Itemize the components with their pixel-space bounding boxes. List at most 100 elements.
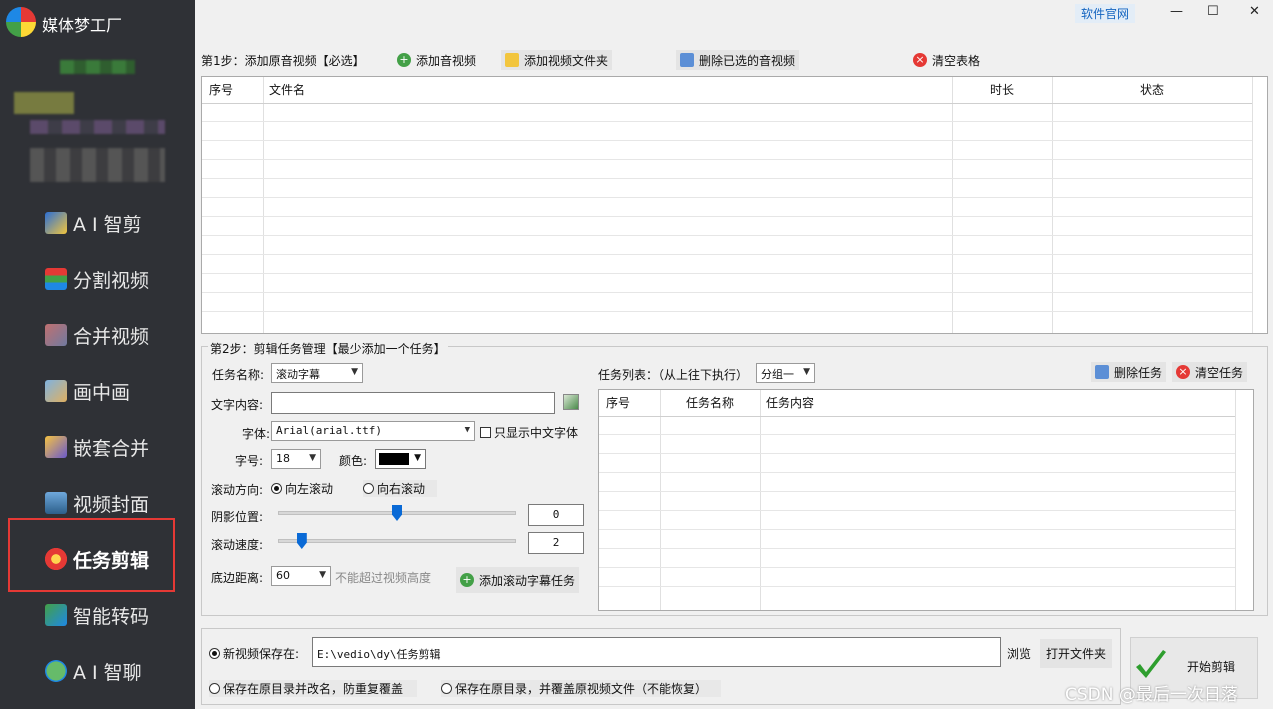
save-overwrite-radio[interactable]: 保存在原目录，并覆盖原视频文件（不能恢复） (441, 680, 722, 697)
nest-icon (45, 436, 67, 458)
color-label: 颜色: (339, 454, 368, 468)
nav-pip[interactable]: 画中画 (0, 363, 195, 419)
row-divider (599, 472, 1235, 473)
blurred-account-info (30, 148, 165, 182)
row-divider (599, 567, 1235, 568)
column-header[interactable]: 序号 (606, 390, 630, 416)
save-path-input[interactable]: E:\vedio\dy\任务剪辑 (312, 637, 1001, 667)
row-divider (202, 273, 1252, 274)
nav-ai-cut[interactable]: A I 智剪 (0, 195, 195, 251)
font-size-select[interactable]: 18 ▼ (271, 449, 321, 469)
column-header[interactable]: 文件名 (269, 77, 305, 103)
column-header[interactable]: 状态 (1140, 77, 1164, 103)
delete-selected-button[interactable]: 删除已选的音视频 (676, 50, 800, 70)
color-picker[interactable]: ▼ (375, 449, 426, 469)
nav-nest-merge[interactable]: 嵌套合并 (0, 419, 195, 475)
task-list-table[interactable]: 序号 任务名称 任务内容 (598, 389, 1254, 611)
chevron-down-icon: ▼ (319, 570, 326, 580)
bottom-distance-label: 底边距离: (211, 571, 264, 585)
maximize-button[interactable]: ☐ (1207, 4, 1219, 19)
task-name-label: 任务名称: (212, 368, 265, 382)
browse-button[interactable]: 浏览 (1007, 645, 1031, 662)
bottom-distance-select[interactable]: 60 ▼ (271, 566, 331, 586)
row-divider (202, 216, 1252, 217)
nav-merge-video[interactable]: 合并视频 (0, 307, 195, 363)
group-select[interactable]: 分组一 ▼ (756, 363, 815, 383)
font-size-label: 字号: (235, 454, 264, 468)
row-divider (202, 197, 1252, 198)
add-scroll-task-button[interactable]: + 添加滚动字幕任务 (456, 567, 580, 593)
nav-smart-transcode[interactable]: 智能转码 (0, 587, 195, 643)
cover-icon (45, 492, 67, 514)
source-video-table[interactable]: 序号 文件名 时长 状态 (201, 76, 1268, 334)
bottom-distance-hint: 不能超过视频高度 (335, 571, 432, 585)
check-icon (1136, 650, 1166, 678)
column-divider (1235, 390, 1236, 610)
radio-indicator (441, 683, 452, 694)
speed-value-input[interactable]: 2 (528, 532, 584, 554)
dir-left-radio[interactable]: 向左滚动 (271, 480, 333, 497)
shadow-value-input[interactable]: 0 (528, 504, 584, 526)
official-site-link[interactable]: 软件官网 (1075, 4, 1136, 23)
add-audio-button[interactable]: + 添加音视频 (393, 50, 480, 70)
text-content-input[interactable] (271, 392, 555, 414)
chat-icon (45, 660, 67, 682)
split-icon (45, 268, 67, 290)
clear-icon: × (913, 53, 927, 67)
column-divider (1052, 77, 1053, 333)
task-name-select[interactable]: 滚动字幕 ▼ (271, 363, 363, 383)
shadow-label: 阴影位置: (211, 510, 264, 524)
column-divider (760, 390, 761, 610)
nav-split-video[interactable]: 分割视频 (0, 251, 195, 307)
header-divider (599, 416, 1235, 417)
plus-icon: + (397, 53, 411, 67)
speed-slider[interactable] (278, 539, 516, 543)
delete-task-button[interactable]: 删除任务 (1091, 362, 1167, 382)
clear-table-button[interactable]: × 清空表格 (909, 50, 984, 70)
row-divider (202, 178, 1252, 179)
font-select[interactable]: Arial(arial.ttf) ▼ (271, 421, 475, 441)
column-header[interactable]: 时长 (990, 77, 1014, 103)
blurred-account-info (60, 60, 135, 74)
column-divider (952, 77, 953, 333)
save-new-radio[interactable]: 新视频保存在: (209, 645, 299, 662)
column-header[interactable]: 任务名称 (686, 390, 734, 416)
row-divider (599, 529, 1235, 530)
close-button[interactable]: ✕ (1249, 4, 1260, 19)
active-highlight-box (8, 518, 175, 592)
minimize-button[interactable]: — (1170, 4, 1183, 19)
app-logo (6, 7, 36, 37)
nav-ai-chat[interactable]: A I 智聊 (0, 643, 195, 699)
chevron-down-icon: ▼ (351, 367, 358, 377)
radio-indicator (363, 483, 374, 494)
text-file-icon[interactable] (563, 394, 579, 410)
font-label: 字体: (242, 427, 271, 441)
clear-task-button[interactable]: × 清空任务 (1172, 362, 1248, 382)
row-divider (202, 121, 1252, 122)
main-panel: 软件官网 — ☐ ✕ 第1步：添加原音视频【必选】 + 添加音视频 添加视频文件夹… (195, 0, 1273, 709)
open-folder-button[interactable]: 打开文件夹 (1040, 639, 1113, 668)
blurred-account-info (30, 120, 165, 134)
radio-indicator (209, 648, 220, 659)
only-chinese-checkbox[interactable]: 只显示中文字体 (480, 424, 578, 441)
row-divider (202, 140, 1252, 141)
column-divider (1252, 77, 1253, 333)
radio-indicator (209, 683, 220, 694)
row-divider (599, 510, 1235, 511)
column-header[interactable]: 序号 (209, 77, 233, 103)
task-list-label: 任务列表：（从上往下执行） (598, 368, 749, 382)
delete-doc-icon (1095, 365, 1109, 379)
text-content-label: 文字内容: (211, 398, 264, 412)
color-swatch (379, 453, 409, 465)
column-divider (263, 77, 264, 333)
watermark: CSDN @最后一次日落 (1065, 685, 1238, 705)
chevron-down-icon: ▼ (414, 453, 421, 463)
dir-right-radio[interactable]: 向右滚动 (363, 480, 438, 497)
clear-icon: × (1176, 365, 1190, 379)
speed-label: 滚动速度: (211, 538, 264, 552)
blurred-account-info (14, 92, 74, 114)
column-header[interactable]: 任务内容 (766, 390, 814, 416)
save-rename-radio[interactable]: 保存在原目录并改名，防重复覆盖 (209, 680, 418, 697)
add-folder-button[interactable]: 添加视频文件夹 (501, 50, 613, 70)
row-divider (202, 159, 1252, 160)
